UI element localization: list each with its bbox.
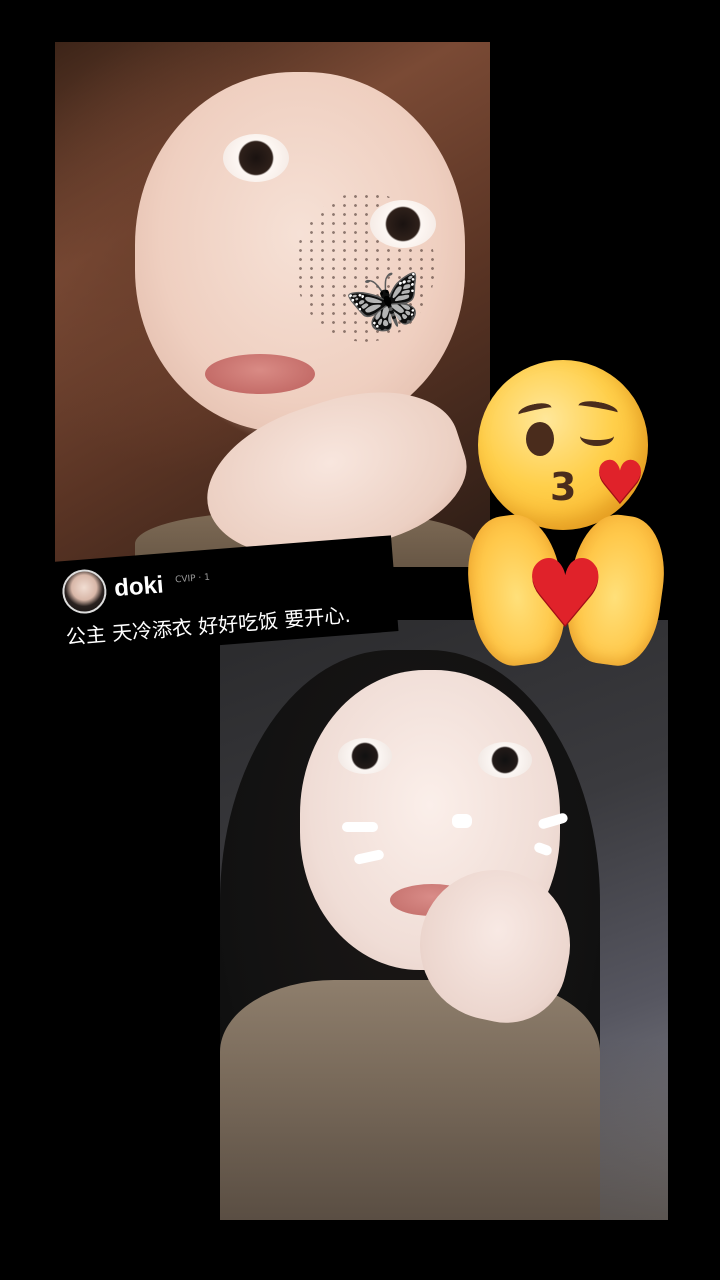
nose-doodle: [452, 814, 472, 828]
open-eye: [526, 422, 554, 456]
eye-left: [223, 134, 289, 182]
small-heart-icon: ♥: [594, 448, 646, 516]
eye-right: [370, 200, 436, 248]
eye-left: [338, 738, 392, 774]
big-heart-icon: ♥: [524, 540, 607, 647]
winking-eye: [580, 426, 614, 446]
bottom-photo: [220, 620, 668, 1220]
lips: [205, 354, 315, 394]
kiss-mouth: 3: [550, 465, 577, 509]
top-photo: 🦋: [55, 42, 490, 567]
sweater-bottom: [220, 980, 600, 1220]
cheek-doodle: [342, 822, 378, 832]
eyebrow-left: [516, 400, 554, 422]
eye-right: [478, 742, 532, 778]
butterfly-icon: 🦋: [340, 259, 430, 345]
eyebrow-right: [577, 398, 619, 420]
comment-username: doki: [113, 571, 165, 603]
avatar: [60, 567, 109, 616]
vip-badge: CVIP · 1: [174, 572, 211, 586]
